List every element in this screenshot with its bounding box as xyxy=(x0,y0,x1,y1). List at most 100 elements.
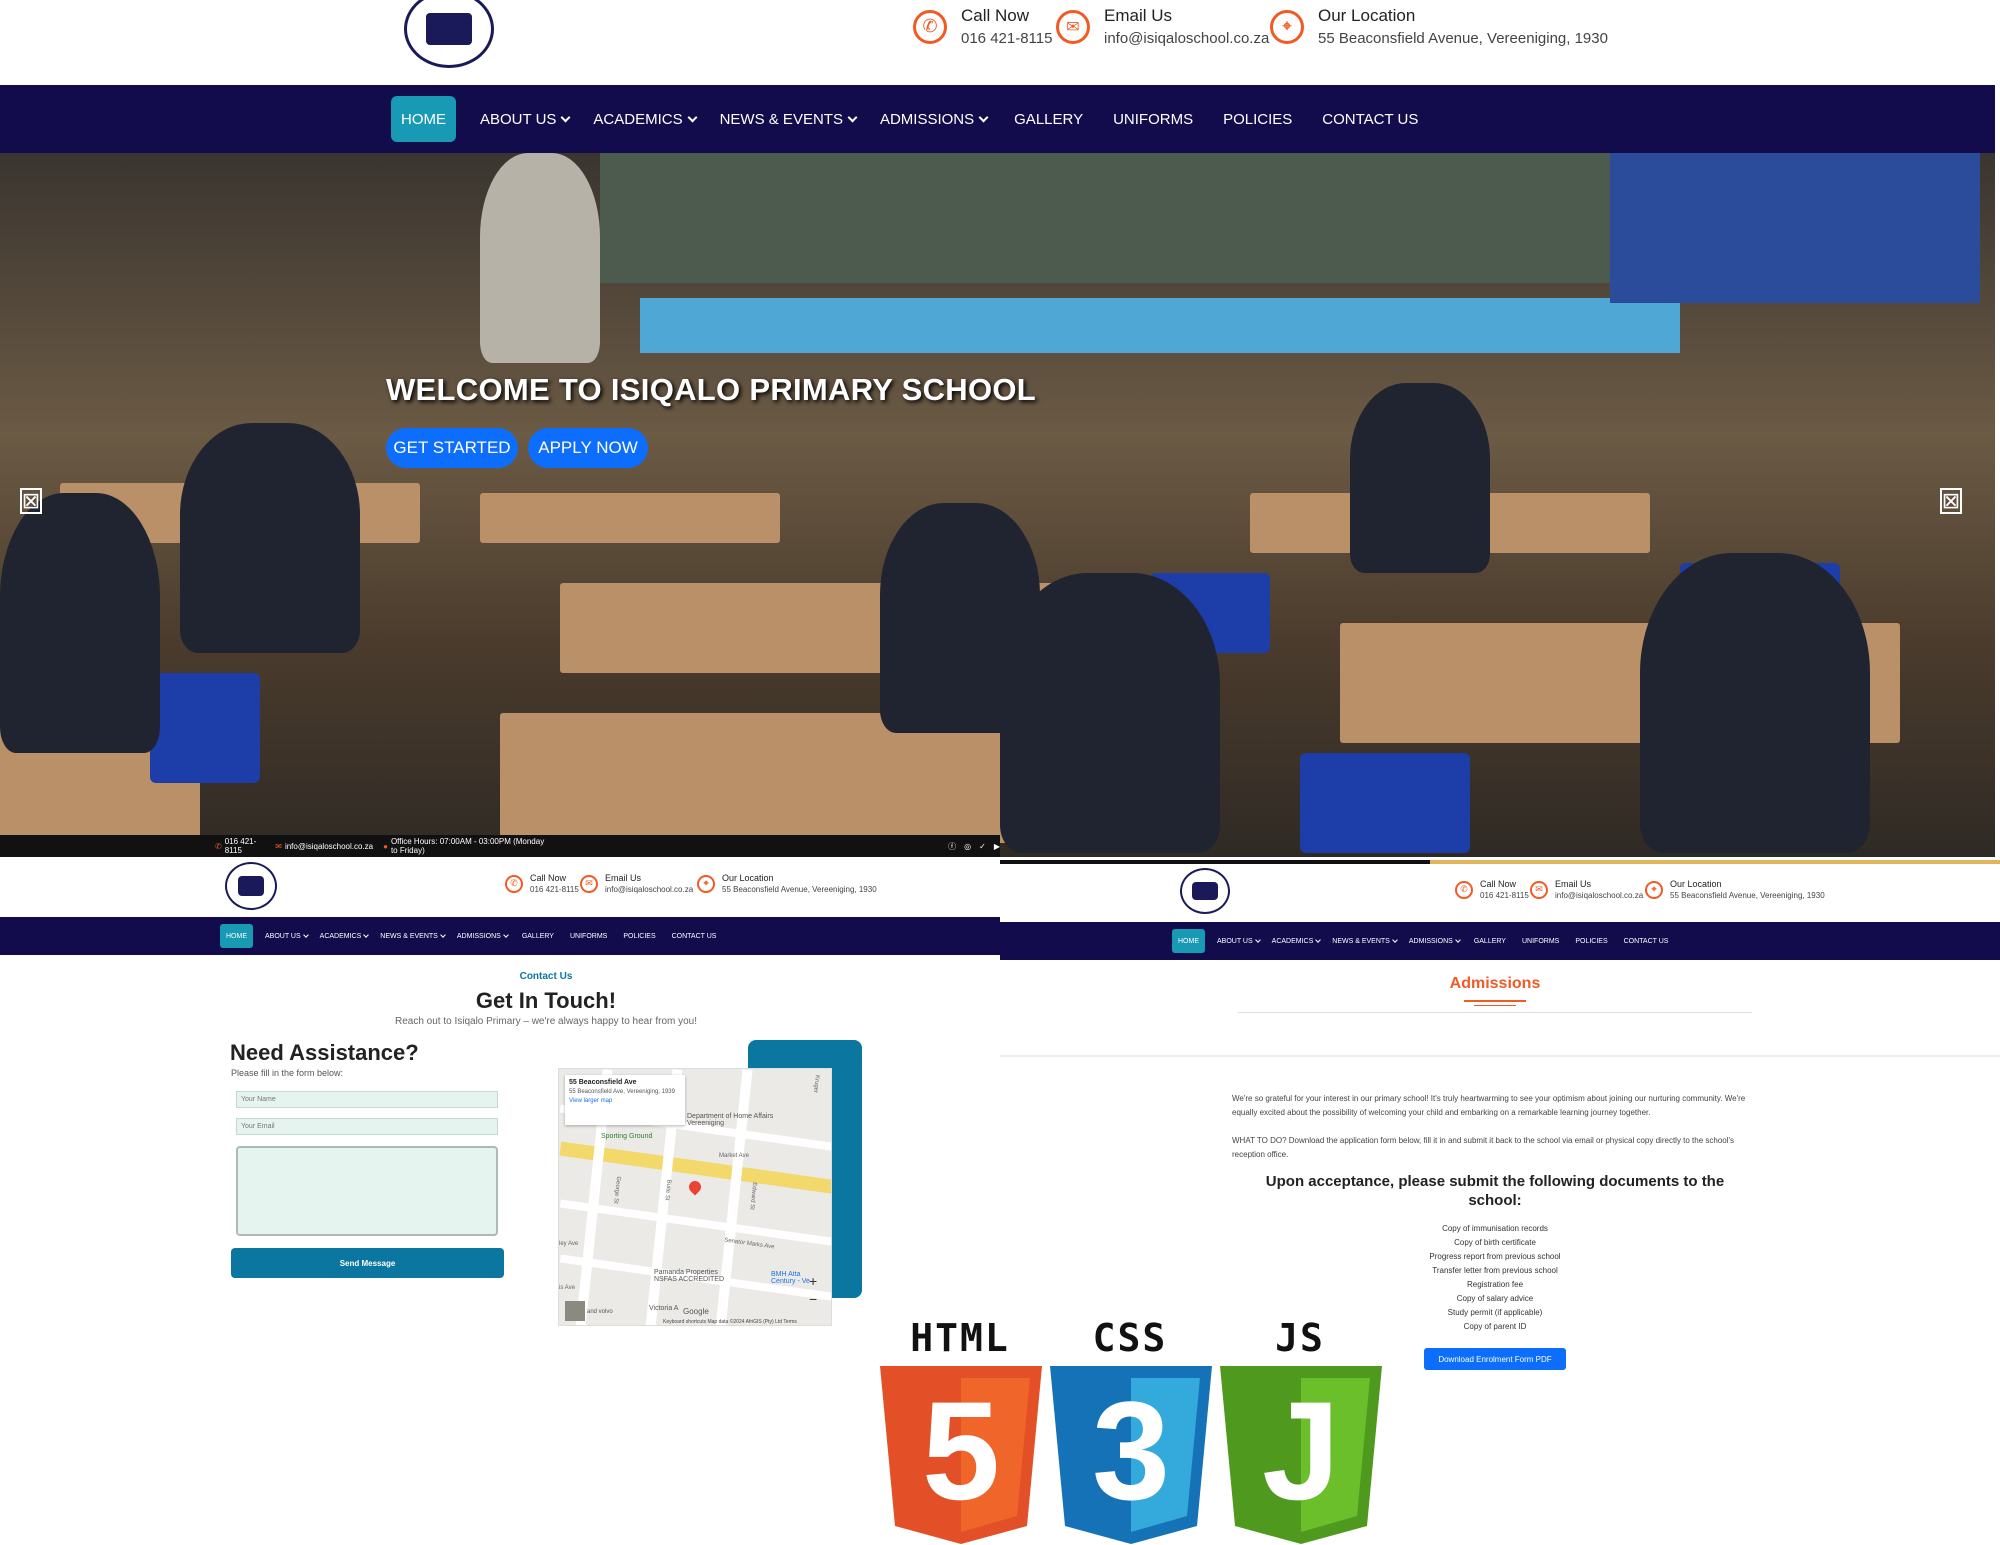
header-email[interactable]: ✉ Email Us info@isiqaloschool.co.za xyxy=(1530,879,1643,900)
html-label: HTML xyxy=(910,1316,1010,1360)
list-item: Registration fee xyxy=(1466,1280,1524,1289)
email-input[interactable]: Your Email xyxy=(236,1118,498,1135)
title-underline xyxy=(1474,1005,1516,1006)
nav-uniforms[interactable]: UNIFORMS xyxy=(1514,938,1567,945)
zoom-in-button[interactable]: + xyxy=(809,1273,817,1289)
school-logo[interactable] xyxy=(404,0,494,68)
header-call[interactable]: ✆ Call Now 016 421-8115 xyxy=(1455,879,1529,900)
zoom-out-button[interactable]: − xyxy=(809,1291,817,1307)
phone-icon: ✆ xyxy=(215,841,222,851)
page-title: Get In Touch! xyxy=(475,988,617,1013)
nav-about-us[interactable]: ABOUT US xyxy=(1211,937,1266,945)
map-pin-icon[interactable] xyxy=(686,1178,704,1196)
nav-policies[interactable]: POLICIES xyxy=(615,933,663,940)
header-email[interactable]: ✉ Email Us info@isiqaloschool.co.za xyxy=(580,873,693,894)
email-title: Email Us xyxy=(1104,6,1173,25)
html5-number: 5 xyxy=(922,1372,1000,1529)
nav-contact-us[interactable]: CONTACT US xyxy=(1307,111,1433,128)
nav-home[interactable]: HOME xyxy=(1172,929,1205,953)
envelope-icon: ✉ xyxy=(1530,880,1548,899)
header-location[interactable]: ⌖ Our Location 55 Beaconsfield Avenue, Ve… xyxy=(697,873,877,894)
nav-about-us[interactable]: ABOUT US xyxy=(468,111,581,128)
map-label: Edward St xyxy=(748,1181,758,1211)
nav-academics[interactable]: ACADEMICS xyxy=(1266,937,1327,945)
list-item: Copy of salary advice xyxy=(1456,1294,1534,1303)
email-value: info@isiqaloschool.co.za xyxy=(1104,30,1270,47)
header-call[interactable]: ✆ Call Now 016 421-8115 xyxy=(913,6,1052,47)
topbar-email[interactable]: info@isiqaloschool.co.za xyxy=(285,842,373,851)
nav-academics[interactable]: ACADEMICS xyxy=(314,932,375,940)
phone-icon: ✆ xyxy=(1455,880,1473,899)
call-title: Call Now xyxy=(961,6,1030,25)
clock-icon: ● xyxy=(383,841,388,851)
nav-contact-us[interactable]: CONTACT US xyxy=(664,933,725,940)
header-location[interactable]: ⌖ Our Location 55 Beaconsfield Avenue, Ve… xyxy=(1645,879,1825,900)
map-label: Buite St xyxy=(663,1179,672,1201)
download-form-button[interactable]: Download Enrolment Form PDF xyxy=(1424,1348,1566,1370)
slider-prev-icon[interactable]: ⊠ xyxy=(20,488,42,514)
map-label: Sporting Ground xyxy=(601,1133,653,1140)
envelope-icon: ✉ xyxy=(580,874,598,893)
google-logo: Google xyxy=(683,1307,709,1316)
google-map[interactable]: 55 Beaconsfield Ave 55 Beaconsfield Ave,… xyxy=(558,1068,832,1326)
map-label: Victoria A xyxy=(649,1305,679,1312)
topbar-phone[interactable]: 016 421-8115 xyxy=(225,837,266,855)
list-item: Copy of birth certificate xyxy=(1454,1238,1536,1247)
location-pin-icon: ⌖ xyxy=(1645,880,1663,899)
nav-gallery[interactable]: GALLERY xyxy=(999,111,1098,128)
nav-gallery[interactable]: GALLERY xyxy=(514,933,562,940)
twitter-icon[interactable]: ✓ xyxy=(979,842,986,851)
nav-admissions[interactable]: ADMISSIONS xyxy=(451,932,514,940)
nav-news-events[interactable]: NEWS & EVENTS xyxy=(374,932,451,940)
phone-icon: ✆ xyxy=(505,874,523,893)
envelope-icon: ✉ xyxy=(275,841,282,851)
nav-contact-us[interactable]: CONTACT US xyxy=(1616,938,1677,945)
nav-news-events[interactable]: NEWS & EVENTS xyxy=(1326,937,1403,945)
instagram-icon[interactable]: ◎ xyxy=(964,842,971,851)
nav-news-events[interactable]: NEWS & EVENTS xyxy=(708,111,868,128)
header-call[interactable]: ✆ Call Now 016 421-8115 xyxy=(505,873,579,894)
documents-title: Upon acceptance, please submit the follo… xyxy=(1265,1173,1725,1209)
contact-tag: Contact Us xyxy=(519,971,573,982)
message-textarea[interactable] xyxy=(236,1146,498,1236)
nav-academics[interactable]: ACADEMICS xyxy=(581,111,707,128)
list-item: Copy of immunisation records xyxy=(1442,1224,1548,1233)
nav-gallery[interactable]: GALLERY xyxy=(1466,938,1514,945)
map-label: Pamanda Properties NSFAS ACCREDITED xyxy=(654,1269,725,1283)
map-label: Kruger xyxy=(812,1074,820,1094)
school-logo[interactable] xyxy=(225,862,277,910)
header-email[interactable]: ✉ Email Us info@isiqaloschool.co.za xyxy=(1056,6,1269,47)
facebook-icon[interactable]: ⓕ xyxy=(948,841,956,852)
nav-uniforms[interactable]: UNIFORMS xyxy=(1098,111,1208,128)
wall-board xyxy=(1610,153,1980,303)
send-message-button[interactable]: Send Message xyxy=(231,1248,504,1278)
header-location[interactable]: ⌖ Our Location 55 Beaconsfield Avenue, V… xyxy=(1270,6,1608,47)
main-nav: HOME ABOUT US ACADEMICS NEWS & EVENTS AD… xyxy=(0,85,1995,153)
map-label: is Ave xyxy=(559,1285,575,1291)
chevron-down-icon xyxy=(1392,937,1398,943)
nav-home[interactable]: HOME xyxy=(220,924,253,948)
map-larger-link[interactable]: View larger map xyxy=(569,1098,681,1104)
nav-uniforms[interactable]: UNIFORMS xyxy=(562,933,615,940)
form-subtitle: Please fill in the form below: xyxy=(231,1068,344,1078)
name-input[interactable]: Your Name xyxy=(236,1091,498,1108)
youtube-icon[interactable]: ▶ xyxy=(994,842,1000,851)
apply-now-button[interactable]: APPLY NOW xyxy=(528,428,648,468)
slider-next-icon[interactable]: ⊠ xyxy=(1940,488,1962,514)
nav-admissions[interactable]: ADMISSIONS xyxy=(1403,937,1466,945)
divider xyxy=(1430,860,2000,864)
js-label: JS xyxy=(1275,1316,1325,1360)
get-started-button[interactable]: GET STARTED xyxy=(386,428,518,468)
nav-about-us[interactable]: ABOUT US xyxy=(259,932,314,940)
school-logo[interactable] xyxy=(1180,868,1230,914)
map-thumbnail[interactable] xyxy=(565,1301,585,1321)
main-nav: HOME ABOUT US ACADEMICS NEWS & EVENTS AD… xyxy=(1000,922,2000,960)
form-title: Need Assistance? xyxy=(230,1040,419,1065)
map-label: and volvo xyxy=(587,1309,613,1315)
nav-home[interactable]: HOME xyxy=(391,96,456,142)
nav-policies[interactable]: POLICIES xyxy=(1567,938,1615,945)
map-footer: Keyboard shortcuts Map data ©2024 AfriGI… xyxy=(663,1319,797,1325)
map-info-card[interactable]: 55 Beaconsfield Ave 55 Beaconsfield Ave,… xyxy=(565,1075,685,1125)
nav-policies[interactable]: POLICIES xyxy=(1208,111,1307,128)
nav-admissions[interactable]: ADMISSIONS xyxy=(868,111,999,128)
